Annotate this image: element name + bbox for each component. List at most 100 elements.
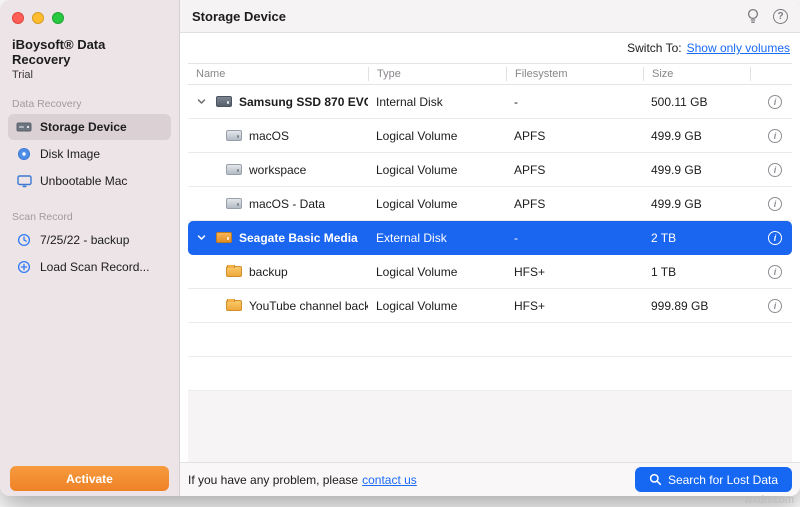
row-info-cell: i — [750, 265, 792, 279]
column-header-info — [750, 67, 792, 81]
storage-device-icon — [15, 121, 33, 133]
switch-to-label: Switch To: — [627, 41, 681, 55]
table-empty-area — [188, 391, 792, 462]
window-controls — [0, 12, 179, 24]
row-size: 999.89 GB — [643, 299, 750, 313]
info-icon[interactable]: i — [768, 299, 782, 313]
info-icon[interactable]: i — [768, 95, 782, 109]
table-row[interactable]: macOSLogical VolumeAPFS499.9 GB i — [188, 119, 792, 153]
row-info-cell: i — [750, 299, 792, 313]
minimize-window-button[interactable] — [32, 12, 44, 24]
row-info-cell: i — [750, 231, 792, 245]
history-clock-icon — [15, 233, 33, 247]
row-name-cell: macOS - Data — [188, 197, 368, 211]
info-icon[interactable]: i — [768, 163, 782, 177]
row-info-cell: i — [750, 95, 792, 109]
section-label-scan-record: Scan Record — [12, 211, 167, 223]
switch-row: Switch To: Show only volumes — [180, 33, 800, 63]
sidebar-item-unbootable-mac[interactable]: Unbootable Mac — [8, 168, 171, 194]
sidebar-item-label: Disk Image — [40, 147, 100, 161]
row-filesystem: APFS — [506, 197, 643, 211]
row-name: backup — [249, 265, 288, 279]
row-type: Logical Volume — [368, 197, 506, 211]
app-name: iBoysoft® Data Recovery — [12, 37, 167, 67]
row-name: YouTube channel backup — [249, 299, 368, 313]
row-type: Logical Volume — [368, 129, 506, 143]
sidebar-item-scan-record-backup[interactable]: 7/25/22 - backup — [8, 227, 171, 253]
app-window: iBoysoft® Data Recovery Trial Data Recov… — [0, 0, 800, 496]
disk-image-icon — [15, 147, 33, 161]
help-icon[interactable]: ? — [773, 9, 788, 24]
row-size: 500.11 GB — [643, 95, 750, 109]
plus-circle-icon — [15, 260, 33, 274]
gray-volume-icon — [226, 198, 242, 209]
section-label-data-recovery: Data Recovery — [12, 98, 167, 110]
row-info-cell: i — [750, 197, 792, 211]
row-info-cell: i — [750, 163, 792, 177]
column-header-type: Type — [368, 67, 506, 81]
table-row[interactable]: Samsung SSD 870 EVO 500GB...Internal Dis… — [188, 85, 792, 119]
info-icon[interactable]: i — [768, 231, 782, 245]
info-icon[interactable]: i — [768, 129, 782, 143]
page-title: Storage Device — [192, 9, 286, 24]
sidebar: iBoysoft® Data Recovery Trial Data Recov… — [0, 0, 180, 496]
sidebar-item-storage-device[interactable]: Storage Device — [8, 114, 171, 140]
row-name-cell: backup — [188, 265, 368, 279]
sidebar-item-label: Load Scan Record... — [40, 260, 149, 274]
table-body: Samsung SSD 870 EVO 500GB...Internal Dis… — [188, 85, 792, 391]
row-type: Logical Volume — [368, 265, 506, 279]
contact-us-link[interactable]: contact us — [362, 473, 417, 487]
app-edition: Trial — [12, 69, 167, 81]
footer-bar: If you have any problem, please contact … — [180, 462, 800, 496]
column-header-filesystem: Filesystem — [506, 67, 643, 81]
row-name-cell: workspace — [188, 163, 368, 177]
row-type: Logical Volume — [368, 163, 506, 177]
sidebar-item-label: Storage Device — [40, 120, 127, 134]
row-size: 499.9 GB — [643, 197, 750, 211]
table-row[interactable]: macOS - Data Logical VolumeAPFS499.9 GB i — [188, 187, 792, 221]
titlebar: Storage Device ? — [180, 0, 800, 33]
device-table: Name Type Filesystem Size Samsung SSD 87… — [188, 63, 792, 462]
table-row[interactable]: backupLogical VolumeHFS+1 TBi — [188, 255, 792, 289]
row-type: Logical Volume — [368, 299, 506, 313]
sidebar-item-label: 7/25/22 - backup — [40, 233, 129, 247]
row-info-cell: i — [750, 129, 792, 143]
table-row[interactable]: workspaceLogical VolumeAPFS499.9 GBi — [188, 153, 792, 187]
internal-disk-icon — [216, 96, 232, 107]
row-name: workspace — [249, 163, 306, 177]
sidebar-item-load-scan-record[interactable]: Load Scan Record... — [8, 254, 171, 280]
gray-volume-icon — [226, 130, 242, 141]
row-name-cell: Samsung SSD 870 EVO 500GB... — [188, 95, 368, 109]
footer-message: If you have any problem, please — [188, 473, 358, 487]
watermark-text: wxdn.com — [744, 494, 794, 506]
table-row[interactable]: Seagate Basic MediaExternal Disk-2 TBi — [188, 221, 792, 255]
chevron-down-icon[interactable] — [196, 96, 209, 107]
activate-button[interactable]: Activate — [10, 466, 169, 491]
zoom-window-button[interactable] — [52, 12, 64, 24]
bulb-icon[interactable] — [747, 8, 759, 24]
close-window-button[interactable] — [12, 12, 24, 24]
chevron-down-icon[interactable] — [196, 232, 209, 243]
empty-row — [188, 323, 792, 357]
row-type: Internal Disk — [368, 95, 506, 109]
table-row[interactable]: YouTube channel backupLogical VolumeHFS+… — [188, 289, 792, 323]
info-icon[interactable]: i — [768, 197, 782, 211]
orange-drive-icon — [216, 232, 232, 243]
column-header-size: Size — [643, 67, 750, 81]
row-filesystem: APFS — [506, 163, 643, 177]
sidebar-item-label: Unbootable Mac — [40, 174, 127, 188]
row-name-cell: macOS — [188, 129, 368, 143]
row-name: macOS - Data — [249, 197, 325, 211]
orange-folder-icon — [226, 300, 242, 311]
column-header-name: Name — [188, 67, 368, 81]
main-panel: Storage Device ? Switch To: Show only vo… — [180, 0, 800, 496]
row-name: Samsung SSD 870 EVO 500GB... — [239, 95, 368, 109]
show-only-volumes-link[interactable]: Show only volumes — [687, 41, 790, 55]
row-filesystem: - — [506, 231, 643, 245]
search-for-lost-data-button[interactable]: Search for Lost Data — [635, 467, 792, 492]
info-icon[interactable]: i — [768, 265, 782, 279]
sidebar-item-disk-image[interactable]: Disk Image — [8, 141, 171, 167]
row-filesystem: APFS — [506, 129, 643, 143]
row-size: 499.9 GB — [643, 129, 750, 143]
row-name: Seagate Basic Media — [239, 231, 358, 245]
